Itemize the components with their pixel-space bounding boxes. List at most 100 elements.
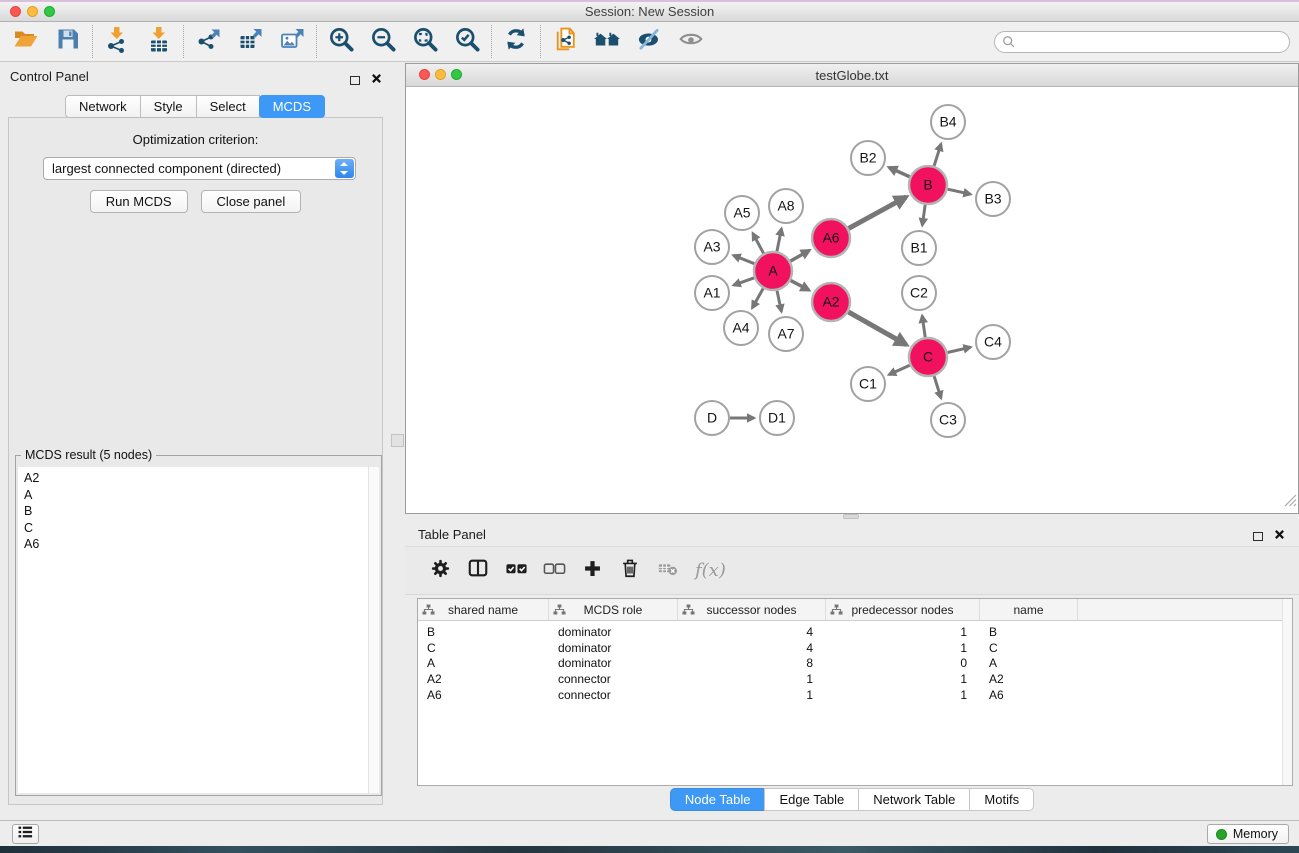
float-panel-icon[interactable] — [350, 76, 360, 85]
run-mcds-button[interactable]: Run MCDS — [90, 190, 188, 213]
tab-network-table[interactable]: Network Table — [858, 788, 970, 811]
task-history-button[interactable] — [12, 824, 39, 844]
mcds-result-item[interactable]: A2 — [18, 470, 379, 487]
cell-successor-nodes[interactable]: 8 — [678, 656, 826, 670]
zoom-out-button[interactable] — [362, 24, 404, 60]
cell-shared-name[interactable]: A6 — [418, 688, 549, 702]
cell-predecessor-nodes[interactable]: 1 — [826, 641, 980, 655]
graph-node-B3[interactable]: B3 — [976, 182, 1010, 216]
cell-predecessor-nodes[interactable]: 1 — [826, 672, 980, 686]
graph-node-A[interactable]: A — [754, 252, 792, 290]
graph-node-C[interactable]: C — [909, 338, 947, 376]
graph-node-D[interactable]: D — [695, 401, 729, 435]
home-button[interactable] — [586, 24, 628, 60]
graph-node-D1[interactable]: D1 — [760, 401, 794, 435]
zoom-network-button[interactable] — [451, 69, 462, 80]
cell-mcds-role[interactable]: dominator — [549, 625, 678, 639]
tab-motifs[interactable]: Motifs — [969, 788, 1034, 811]
table-row[interactable]: Cdominator41C — [418, 640, 1292, 656]
create-column-button[interactable] — [573, 551, 611, 591]
close-panel-icon[interactable] — [371, 71, 382, 89]
export-network-button[interactable] — [187, 24, 229, 60]
open-session-button[interactable] — [5, 24, 47, 60]
cell-successor-nodes[interactable]: 4 — [678, 641, 826, 655]
tab-network[interactable]: Network — [65, 95, 141, 118]
cell-successor-nodes[interactable]: 4 — [678, 625, 826, 639]
resize-grip-icon[interactable] — [1284, 494, 1297, 512]
tab-style[interactable]: Style — [140, 95, 197, 118]
cell-mcds-role[interactable]: dominator — [549, 656, 678, 670]
cell-shared-name[interactable]: A2 — [418, 672, 549, 686]
memory-button[interactable]: Memory — [1207, 824, 1289, 844]
cell-predecessor-nodes[interactable]: 1 — [826, 688, 980, 702]
close-panel-icon[interactable] — [1274, 527, 1285, 545]
graph-node-A7[interactable]: A7 — [769, 317, 803, 351]
graph-node-A2[interactable]: A2 — [812, 283, 850, 321]
edge-B-B1[interactable] — [922, 205, 925, 225]
deselect-all-columns-button[interactable] — [535, 551, 573, 591]
graph-node-C3[interactable]: C3 — [931, 403, 965, 437]
cell-successor-nodes[interactable]: 1 — [678, 688, 826, 702]
edge-A-A8[interactable] — [777, 229, 782, 252]
table-row[interactable]: Bdominator41B — [418, 624, 1292, 640]
column-header-successor-nodes[interactable]: successor nodes — [678, 599, 826, 620]
import-network-button[interactable] — [96, 24, 138, 60]
cell-mcds-role[interactable]: connector — [549, 688, 678, 702]
export-table-button[interactable] — [229, 24, 271, 60]
edge-A2-C[interactable] — [848, 312, 906, 345]
split-view-button[interactable] — [459, 551, 497, 591]
table-settings-button[interactable] — [421, 551, 459, 591]
mcds-result-item[interactable]: C — [18, 520, 379, 537]
delete-column-button[interactable] — [611, 551, 649, 591]
cell-name[interactable]: A6 — [980, 688, 1078, 702]
splitter-handle[interactable] — [843, 514, 859, 519]
result-list-scrollbar[interactable] — [368, 467, 379, 793]
edge-A-A5[interactable] — [753, 233, 764, 253]
search-input[interactable] — [994, 31, 1290, 53]
delete-table-button[interactable] — [649, 551, 687, 591]
network-canvas[interactable]: B4B2BB3A8A5A6A3B1AA1C2A2A4A7C4CC1DD1C3 — [406, 88, 1298, 513]
column-header-shared-name[interactable]: shared name — [418, 599, 549, 620]
splitter-handle[interactable] — [391, 434, 404, 447]
tab-mcds[interactable]: MCDS — [259, 95, 325, 118]
clone-network-button[interactable] — [544, 24, 586, 60]
cell-shared-name[interactable]: C — [418, 641, 549, 655]
cell-mcds-role[interactable]: connector — [549, 672, 678, 686]
graph-node-A3[interactable]: A3 — [695, 230, 729, 264]
edge-C-C1[interactable] — [889, 365, 910, 374]
cell-name[interactable]: A2 — [980, 672, 1078, 686]
cell-predecessor-nodes[interactable]: 1 — [826, 625, 980, 639]
graph-node-B[interactable]: B — [909, 166, 947, 204]
edge-C-C3[interactable] — [934, 376, 941, 398]
cell-shared-name[interactable]: B — [418, 625, 549, 639]
column-header-predecessor-nodes[interactable]: predecessor nodes — [826, 599, 980, 620]
close-panel-button[interactable]: Close panel — [201, 190, 302, 213]
graph-node-B4[interactable]: B4 — [931, 105, 965, 139]
graph-node-C1[interactable]: C1 — [851, 367, 885, 401]
mcds-result-list[interactable]: A2ABCA6 — [18, 467, 379, 793]
graph-node-C4[interactable]: C4 — [976, 325, 1010, 359]
select-all-columns-button[interactable] — [497, 551, 535, 591]
edge-B-B2[interactable] — [889, 167, 910, 176]
edge-B-B3[interactable] — [948, 189, 971, 194]
cell-shared-name[interactable]: A — [418, 656, 549, 670]
minimize-network-button[interactable] — [435, 69, 446, 80]
table-row[interactable]: Adominator80A — [418, 655, 1292, 671]
edge-A-A3[interactable] — [733, 255, 754, 263]
float-panel-icon[interactable] — [1253, 532, 1263, 541]
tab-select[interactable]: Select — [196, 95, 260, 118]
graph-node-A4[interactable]: A4 — [724, 311, 758, 345]
graph-node-B1[interactable]: B1 — [902, 231, 936, 265]
cell-successor-nodes[interactable]: 1 — [678, 672, 826, 686]
close-network-button[interactable] — [419, 69, 430, 80]
save-session-button[interactable] — [47, 24, 89, 60]
edge-A-A6[interactable] — [790, 250, 809, 261]
mcds-result-item[interactable]: A — [18, 487, 379, 504]
edge-B-B4[interactable] — [934, 144, 941, 166]
table-row[interactable]: A6connector11A6 — [418, 687, 1292, 703]
mcds-result-item[interactable]: A6 — [18, 536, 379, 553]
graph-node-C2[interactable]: C2 — [902, 276, 936, 310]
edge-C-C2[interactable] — [922, 316, 925, 337]
cell-name[interactable]: A — [980, 656, 1078, 670]
table-row[interactable]: A2connector11A2 — [418, 671, 1292, 687]
